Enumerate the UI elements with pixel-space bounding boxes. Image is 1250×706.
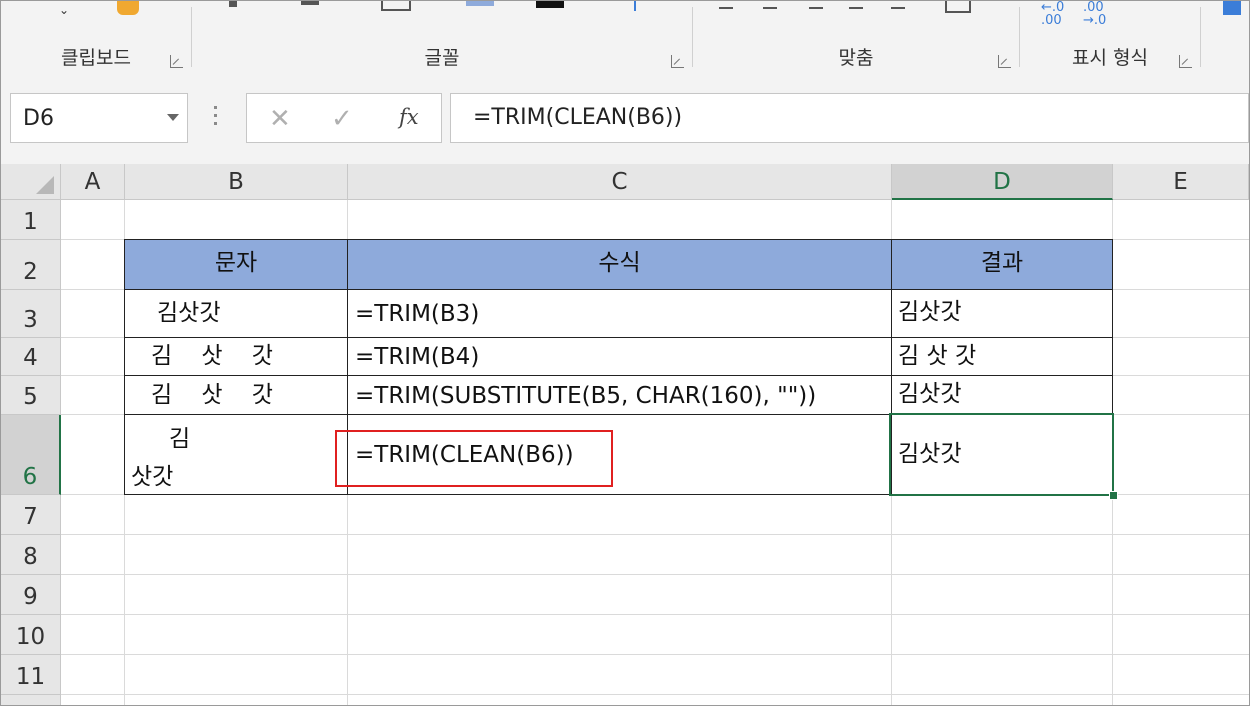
gridline xyxy=(61,574,1249,575)
row-header-10[interactable]: 10 xyxy=(1,615,61,655)
select-all-button[interactable] xyxy=(1,164,61,200)
cell-d4[interactable]: 김 삿 갓 xyxy=(891,337,1113,376)
worksheet-grid[interactable]: A B C D E 1 2 3 4 5 6 7 8 9 10 11 문자 수식 xyxy=(1,164,1249,705)
dialog-launcher-icon[interactable] xyxy=(170,55,183,68)
name-box[interactable]: D6 xyxy=(10,93,188,143)
row-header-9[interactable]: 9 xyxy=(1,575,61,615)
cell-b4[interactable]: 김 삿 갓 xyxy=(124,337,348,376)
excel-window: ←.0 .00 .00 →.0 ⌄ 클립보드 글꼴 맞춤 표시 형식 D6 ✕ … xyxy=(0,0,1250,706)
cell-c4[interactable]: =TRIM(B4) xyxy=(347,337,892,376)
cell-c3[interactable]: =TRIM(B3) xyxy=(347,289,892,338)
active-cell-selection[interactable] xyxy=(889,413,1114,496)
group-label: 표시 형식 xyxy=(1072,47,1148,69)
group-divider xyxy=(1200,7,1201,67)
formula-text: =TRIM(CLEAN(B6)) xyxy=(473,105,683,130)
cell-d5[interactable]: 김삿갓 xyxy=(891,375,1113,415)
formula-highlight-box xyxy=(335,430,613,487)
font-group: 글꼴 xyxy=(192,1,692,76)
cancel-icon[interactable]: ✕ xyxy=(269,104,291,134)
alignment-group: 맞춤 xyxy=(693,1,1019,76)
fill-handle[interactable] xyxy=(1109,491,1118,500)
cell-b6-line1: 김 xyxy=(169,426,191,452)
group-label: 맞춤 xyxy=(838,47,874,69)
row-header-2[interactable]: 2 xyxy=(1,240,61,290)
gridline xyxy=(61,614,1249,615)
chevron-down-icon[interactable] xyxy=(167,114,179,121)
row-header-3[interactable]: 3 xyxy=(1,290,61,338)
dialog-launcher-icon[interactable] xyxy=(1179,55,1192,68)
table-header-result[interactable]: 결과 xyxy=(891,239,1113,290)
name-box-value: D6 xyxy=(23,106,54,131)
enter-icon[interactable]: ✓ xyxy=(331,104,353,134)
group-label: 글꼴 xyxy=(424,47,460,69)
gridline xyxy=(61,534,1249,535)
resize-grip-icon[interactable] xyxy=(214,106,218,130)
row-header-7[interactable]: 7 xyxy=(1,495,61,535)
cell-b6-line2: 삿갓 xyxy=(131,464,174,490)
group-label: 클립보드 xyxy=(61,47,131,69)
column-header-c[interactable]: C xyxy=(348,164,892,200)
number-group: 표시 형식 xyxy=(1020,1,1200,76)
conditional-format-icon[interactable] xyxy=(1223,1,1241,15)
row-header-6[interactable]: 6 xyxy=(1,415,61,495)
column-header-b[interactable]: B xyxy=(125,164,348,200)
formula-buttons: ✕ ✓ fx xyxy=(246,93,442,143)
cell-d3[interactable]: 김삿갓 xyxy=(891,289,1113,338)
row-header-8[interactable]: 8 xyxy=(1,535,61,575)
cell-b5[interactable]: 김 삿 갓 xyxy=(124,375,348,415)
column-header-e[interactable]: E xyxy=(1113,164,1249,200)
insert-function-icon[interactable]: fx xyxy=(399,105,419,129)
column-header-d[interactable]: D xyxy=(892,164,1113,200)
formula-input[interactable]: =TRIM(CLEAN(B6)) xyxy=(450,93,1249,143)
cell-b3[interactable]: 김삿갓 xyxy=(124,289,348,338)
row-header-4[interactable]: 4 xyxy=(1,338,61,376)
row-header-12[interactable] xyxy=(1,695,61,705)
clipboard-group: 클립보드 xyxy=(1,1,191,76)
row-header-11[interactable]: 11 xyxy=(1,655,61,695)
row-header-1[interactable]: 1 xyxy=(1,200,61,240)
cell-b6[interactable]: 김 삿갓 xyxy=(124,414,348,495)
gridline xyxy=(61,654,1249,655)
row-header-5[interactable]: 5 xyxy=(1,376,61,415)
table-header-text[interactable]: 문자 xyxy=(124,239,348,290)
table-header-formula[interactable]: 수식 xyxy=(347,239,892,290)
formula-bar-area: D6 ✕ ✓ fx =TRIM(CLEAN(B6)) xyxy=(1,76,1249,164)
dialog-launcher-icon[interactable] xyxy=(671,55,684,68)
column-header-a[interactable]: A xyxy=(61,164,125,200)
dialog-launcher-icon[interactable] xyxy=(998,55,1011,68)
cell-c5[interactable]: =TRIM(SUBSTITUTE(B5, CHAR(160), "")) xyxy=(347,375,892,415)
gridline xyxy=(61,694,1249,695)
ribbon: ←.0 .00 .00 →.0 ⌄ 클립보드 글꼴 맞춤 표시 형식 xyxy=(1,1,1249,77)
